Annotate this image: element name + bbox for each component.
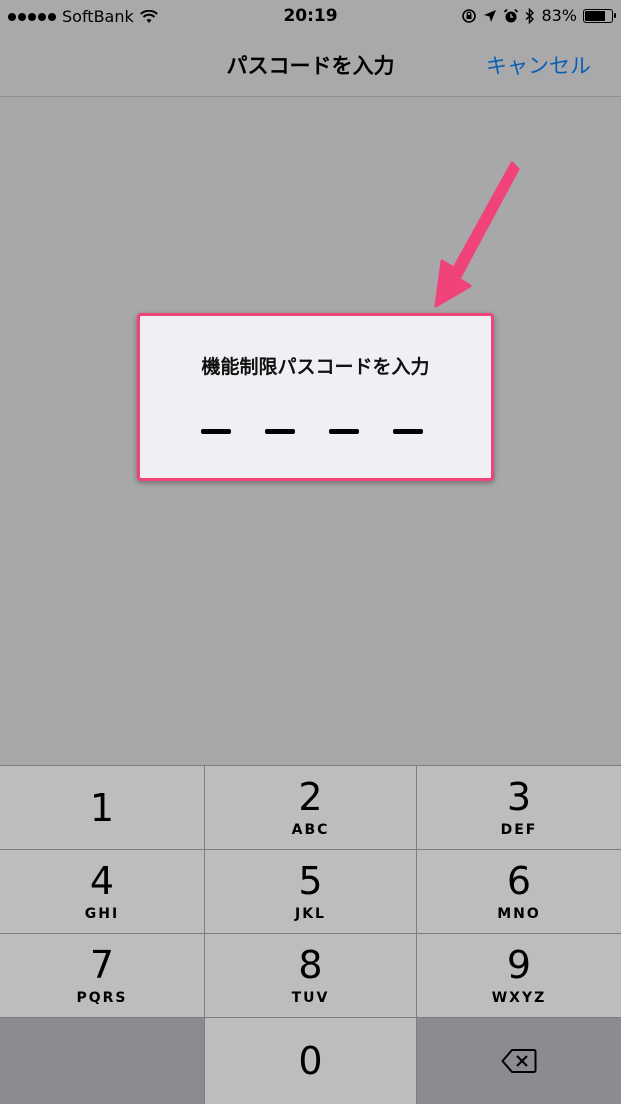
key-letters: PQRS — [76, 989, 128, 1006]
passcode-prompt-label: 機能制限パスコードを入力 — [201, 356, 430, 378]
key-letters: JKL — [295, 905, 326, 922]
passcode-digit-slot — [329, 429, 359, 434]
key-letters: MNO — [497, 905, 541, 922]
key-digit: 3 — [506, 774, 532, 819]
key-0[interactable]: 0 — [205, 1018, 416, 1104]
key-letters: WXYZ — [491, 989, 547, 1006]
key-6[interactable]: 6 MNO — [417, 850, 621, 933]
key-digit: 4 — [89, 858, 115, 903]
key-letters: GHI — [84, 905, 120, 922]
key-8[interactable]: 8 TUV — [205, 934, 416, 1017]
key-digit: 5 — [298, 858, 323, 903]
key-digit: 0 — [298, 1039, 323, 1083]
key-digit: 8 — [298, 942, 323, 987]
key-digit: 7 — [89, 942, 115, 987]
key-7[interactable]: 7 PQRS — [0, 934, 204, 1017]
key-letters: DEF — [500, 821, 538, 838]
passcode-digit-slot — [393, 429, 423, 434]
key-9[interactable]: 9 WXYZ — [417, 934, 621, 1017]
key-4[interactable]: 4 GHI — [0, 850, 204, 933]
delete-button[interactable] — [417, 1018, 621, 1104]
key-1[interactable]: 1 — [0, 766, 204, 849]
key-letters: ABC — [291, 821, 330, 838]
key-digit: 6 — [506, 858, 532, 903]
passcode-digit-slot — [201, 429, 231, 434]
passcode-prompt-panel: 機能制限パスコードを入力 — [137, 313, 494, 481]
key-5[interactable]: 5 JKL — [205, 850, 416, 933]
delete-backspace-icon — [501, 1049, 537, 1073]
key-digit: 1 — [89, 785, 115, 830]
key-2[interactable]: 2 ABC — [205, 766, 416, 849]
passcode-digit-slot — [265, 429, 295, 434]
key-3[interactable]: 3 DEF — [417, 766, 621, 849]
key-digit: 9 — [506, 942, 532, 987]
key-digit: 2 — [298, 774, 323, 819]
number-keypad: 1 2 ABC 3 DEF 4 GHI 5 JKL 6 MNO 7 PQRS 8… — [0, 765, 621, 1104]
key-letters: TUV — [291, 989, 330, 1006]
key-blank — [0, 1018, 204, 1104]
